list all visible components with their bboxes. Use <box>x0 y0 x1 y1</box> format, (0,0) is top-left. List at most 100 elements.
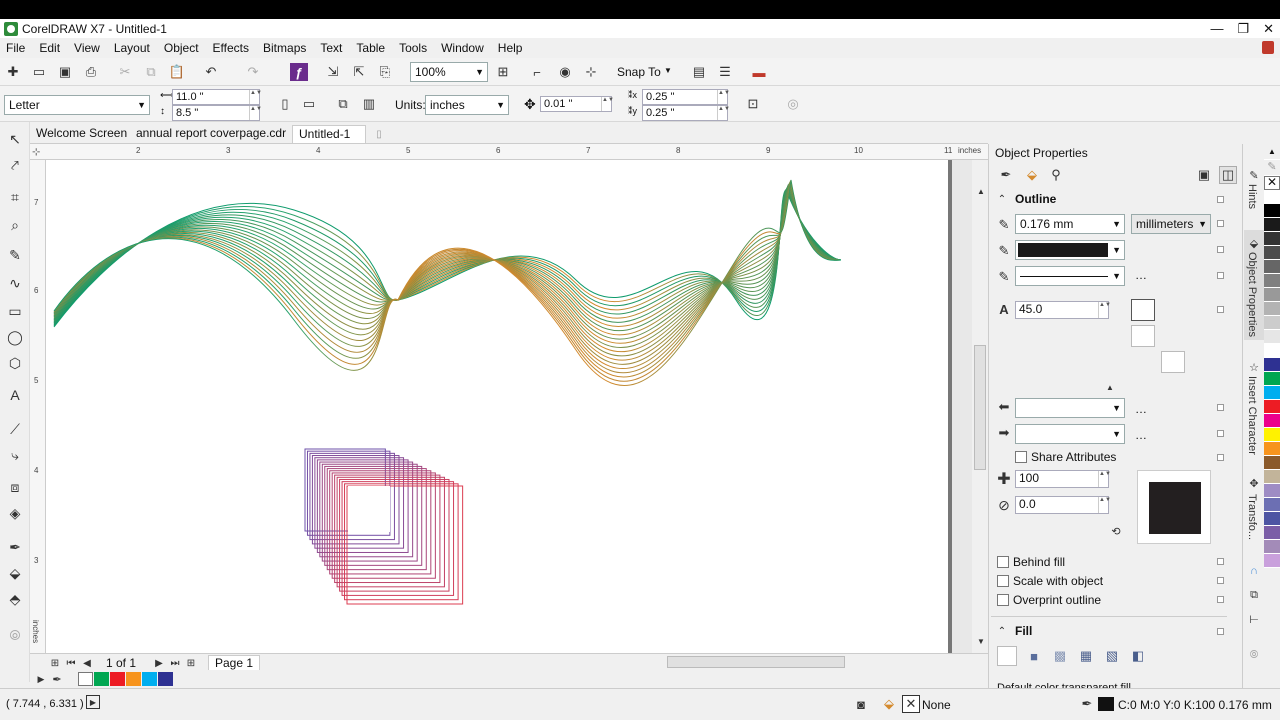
line-style-combo[interactable]: ▼ <box>1015 266 1125 286</box>
wave-line[interactable] <box>53 184 842 344</box>
new-document-icon[interactable]: ✚ <box>4 63 22 81</box>
page-width-field[interactable]: 11.0 " ▲▼ <box>172 89 262 105</box>
full-screen-preview-icon[interactable]: ⊞ <box>494 63 512 81</box>
color-swatch[interactable] <box>94 672 109 686</box>
duplicate-x-field[interactable]: 0.25 " ▲▼ <box>642 89 730 105</box>
menu-help[interactable]: Help <box>498 41 523 55</box>
pin-option[interactable] <box>1217 306 1224 313</box>
corner-bevel-icon[interactable] <box>1189 299 1213 321</box>
smart-fill-icon[interactable]: ⬘ <box>6 590 24 608</box>
ellipse-tool-icon[interactable]: ◯ <box>6 328 24 346</box>
spin-arrows-icon[interactable]: ▲▼ <box>249 106 262 120</box>
menu-edit[interactable]: Edit <box>39 41 60 55</box>
palette-color-swatch[interactable] <box>1264 316 1280 330</box>
transparency-tool-icon[interactable]: ◈ <box>6 504 24 522</box>
palette-color-swatch[interactable] <box>1264 302 1280 316</box>
palette-color-swatch[interactable] <box>1264 344 1280 358</box>
behind-fill-checkbox[interactable] <box>997 556 1009 568</box>
page-height-field[interactable]: 8.5 " ▲▼ <box>172 105 262 121</box>
pin-option[interactable] <box>1217 220 1224 227</box>
paper-size-combo[interactable]: Letter ▼ <box>4 95 150 115</box>
palette-color-swatch[interactable] <box>1264 554 1280 568</box>
pin-option[interactable] <box>1217 430 1224 437</box>
pin-option[interactable] <box>1217 628 1224 635</box>
restore-button[interactable]: ❐ <box>1237 19 1249 38</box>
palette-color-swatch[interactable] <box>1264 400 1280 414</box>
pin-option[interactable] <box>1217 577 1224 584</box>
artistic-media-icon[interactable]: ∿ <box>6 274 24 292</box>
menu-object[interactable]: Object <box>164 41 199 55</box>
pin-option[interactable] <box>1217 196 1224 203</box>
color-swatch[interactable] <box>142 672 157 686</box>
drawing-page[interactable] <box>46 160 948 653</box>
color-swatch[interactable] <box>158 672 173 686</box>
status-play-icon[interactable]: ▶ <box>86 695 100 709</box>
save-icon[interactable]: ▣ <box>56 63 74 81</box>
hints-icon[interactable]: ✎ <box>1245 166 1263 184</box>
palette-color-swatch[interactable] <box>1264 190 1280 204</box>
wave-line[interactable] <box>53 181 842 374</box>
parallel-dimension-icon[interactable]: ⟋ <box>6 420 24 438</box>
share-attributes-checkbox[interactable] <box>1015 451 1027 463</box>
no-color-swatch[interactable]: ✕ <box>1264 175 1280 190</box>
print-icon[interactable]: ⎙ <box>82 63 100 81</box>
palette-color-swatch[interactable] <box>1264 218 1280 232</box>
palette-color-swatch[interactable] <box>1264 484 1280 498</box>
vertical-scroll-thumb[interactable] <box>974 345 986 470</box>
portrait-icon[interactable]: ▯ <box>276 95 294 113</box>
spin-arrows-icon[interactable]: ▲▼ <box>1098 497 1111 513</box>
outline-status-icon[interactable]: ✒ <box>1078 695 1096 713</box>
texture-fill-icon[interactable]: ▧ <box>1103 647 1121 665</box>
snap-to-dropdown[interactable]: Snap To <box>617 65 661 79</box>
position-inside-icon[interactable] <box>1189 351 1213 373</box>
corner-round-icon[interactable] <box>1161 299 1185 321</box>
landscape-icon[interactable]: ▭ <box>300 95 318 113</box>
palette-color-swatch[interactable] <box>1264 540 1280 554</box>
tab-insert-character[interactable]: Insert Character <box>1246 376 1258 455</box>
menu-window[interactable]: Window <box>441 41 484 55</box>
nudge-distance-field[interactable]: 0.01 " ▲▼ <box>540 96 614 112</box>
tab-annual-report[interactable]: annual report coverpage.cdr <box>130 125 292 143</box>
tab-welcome-screen[interactable]: Welcome Screen <box>30 125 133 143</box>
end-arrowhead-combo[interactable]: ▼ <box>1015 424 1125 444</box>
palette-color-swatch[interactable] <box>1264 386 1280 400</box>
export-icon[interactable]: ⇱ <box>350 63 368 81</box>
wave-line[interactable] <box>53 184 842 348</box>
application-launcher-icon[interactable]: ▤ <box>690 63 708 81</box>
horizontal-scroll-thumb[interactable] <box>667 656 845 668</box>
start-arrowhead-combo[interactable]: ▼ <box>1015 398 1125 418</box>
tab-untitled-1[interactable]: Untitled-1 <box>292 125 366 143</box>
palette-color-swatch[interactable] <box>1264 204 1280 218</box>
palette-color-swatch[interactable] <box>1264 330 1280 344</box>
stretch-field[interactable]: 100 ▲▼ <box>1015 470 1111 488</box>
palette-color-swatch[interactable] <box>1264 414 1280 428</box>
spin-arrows-icon[interactable]: ▲▼ <box>1098 302 1111 318</box>
nib-preview[interactable] <box>1137 470 1211 544</box>
pin-option[interactable] <box>1217 596 1224 603</box>
palette-color-swatch[interactable] <box>1264 470 1280 484</box>
menu-file[interactable]: File <box>6 41 25 55</box>
color-eyedropper-icon[interactable]: ✒ <box>6 538 24 556</box>
palette-color-swatch[interactable] <box>1264 260 1280 274</box>
cut-icon[interactable]: ✂ <box>116 63 134 81</box>
position-outside-icon[interactable] <box>1131 351 1155 373</box>
crop-tool-icon[interactable]: ⌗ <box>6 188 24 206</box>
spin-arrows-icon[interactable]: ▲▼ <box>249 90 262 104</box>
menu-bitmaps[interactable]: Bitmaps <box>263 41 306 55</box>
expand-toolbox-icon[interactable]: ⦾ <box>6 626 24 644</box>
copy-properties-icon[interactable]: ⧉ <box>1245 586 1263 604</box>
menu-layout[interactable]: Layout <box>114 41 150 55</box>
outline-units-combo[interactable]: millimeters ▼ <box>1131 214 1211 234</box>
wave-line[interactable] <box>53 184 842 332</box>
palette-color-swatch[interactable] <box>1264 274 1280 288</box>
scale-with-object-checkbox[interactable] <box>997 575 1009 587</box>
pin-option[interactable] <box>1217 404 1224 411</box>
polygon-tool-icon[interactable]: ⬡ <box>6 354 24 372</box>
corner-miter-icon[interactable] <box>1131 299 1155 321</box>
shape-tool-icon[interactable]: ⤤ <box>6 156 24 174</box>
cap-square-icon[interactable] <box>1189 325 1213 347</box>
angle-field[interactable]: 0.0 ▲▼ <box>1015 496 1111 514</box>
blend-tool-icon[interactable]: ⧈ <box>6 478 24 496</box>
palette-color-swatch[interactable] <box>1264 428 1280 442</box>
start-arrow-options-icon[interactable]: … <box>1135 402 1147 416</box>
